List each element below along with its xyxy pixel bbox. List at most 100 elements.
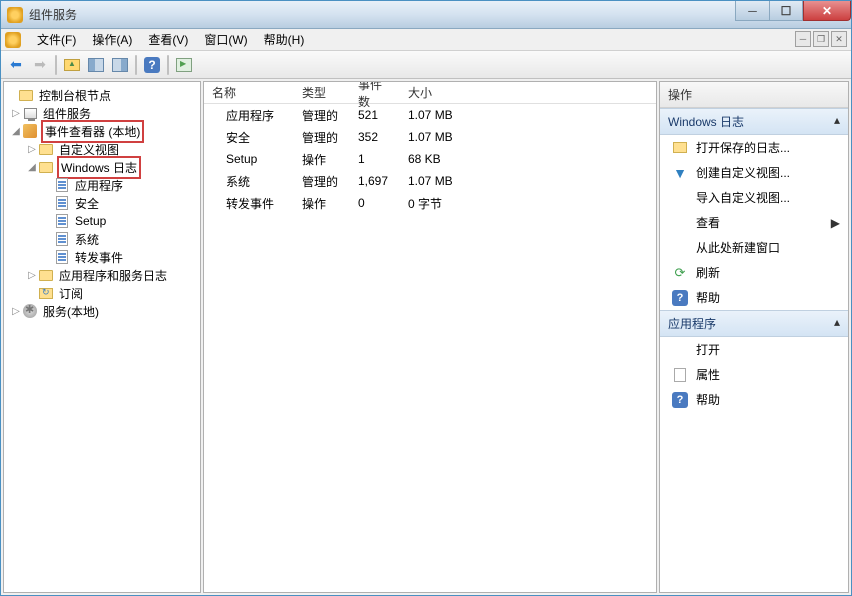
blank-icon xyxy=(672,240,688,256)
cell-size: 1.07 MB xyxy=(400,108,656,122)
action-help-2[interactable]: ? 帮助 xyxy=(660,387,848,412)
list-header: 名称 类型 事件数 大小 xyxy=(204,82,656,104)
list-row[interactable]: 系统管理的1,6971.07 MB xyxy=(204,170,656,192)
cell-name: Setup xyxy=(218,152,294,166)
help-icon: ? xyxy=(672,290,688,306)
list-row[interactable]: 转发事件操作00 字节 xyxy=(204,192,656,214)
refresh-icon: ⟳ xyxy=(672,265,688,281)
close-button[interactable]: ✕ xyxy=(803,1,851,21)
action-view[interactable]: 查看 ▶ xyxy=(660,210,848,235)
cell-count: 352 xyxy=(350,130,400,144)
menubar-app-icon xyxy=(5,32,21,48)
cell-count: 0 xyxy=(350,196,400,210)
cell-type: 管理的 xyxy=(294,129,350,146)
cell-count: 1 xyxy=(350,152,400,166)
help-button[interactable]: ? xyxy=(141,54,163,76)
tree-subscriptions[interactable]: 订阅 xyxy=(6,284,198,302)
collapse-icon: ▴ xyxy=(834,315,840,332)
mdi-buttons: ─ ❐ ✕ xyxy=(795,31,847,47)
mdi-restore-button[interactable]: ❐ xyxy=(813,31,829,47)
forward-button[interactable] xyxy=(29,54,51,76)
tree-forwarded-log[interactable]: 转发事件 xyxy=(6,248,198,266)
cell-name: 安全 xyxy=(218,129,294,146)
submenu-arrow-icon: ▶ xyxy=(831,216,840,230)
tree-root[interactable]: 控制台根节点 xyxy=(6,86,198,104)
menu-view[interactable]: 查看(V) xyxy=(140,29,196,50)
cell-count: 521 xyxy=(350,108,400,122)
tree-apps-services-logs[interactable]: ▷ 应用程序和服务日志 xyxy=(6,266,198,284)
maximize-button[interactable]: ☐ xyxy=(769,1,803,21)
cell-size: 68 KB xyxy=(400,152,656,166)
collapse-icon: ▴ xyxy=(834,113,840,130)
filter-icon: ▼ xyxy=(672,165,688,181)
mdi-close-button[interactable]: ✕ xyxy=(831,31,847,47)
tree-system-log[interactable]: 系统 xyxy=(6,230,198,248)
cell-size: 1.07 MB xyxy=(400,174,656,188)
menubar: 文件(F) 操作(A) 查看(V) 窗口(W) 帮助(H) ─ ❐ ✕ xyxy=(1,29,851,51)
minimize-button[interactable]: ─ xyxy=(735,1,769,21)
run-button[interactable] xyxy=(173,54,195,76)
list-row[interactable]: 应用程序管理的5211.07 MB xyxy=(204,104,656,126)
list-row[interactable]: Setup操作168 KB xyxy=(204,148,656,170)
cell-type: 操作 xyxy=(294,195,350,212)
blank-icon xyxy=(672,190,688,206)
col-header-size[interactable]: 大小 xyxy=(400,84,656,101)
action-properties[interactable]: 属性 xyxy=(660,362,848,387)
action-create-custom[interactable]: ▼ 创建自定义视图... xyxy=(660,160,848,185)
list-body: 应用程序管理的5211.07 MB安全管理的3521.07 MBSetup操作1… xyxy=(204,104,656,214)
app-icon xyxy=(7,7,23,23)
up-folder-button[interactable] xyxy=(61,54,83,76)
window-buttons: ─ ☐ ✕ xyxy=(735,1,851,21)
cell-size: 1.07 MB xyxy=(400,130,656,144)
blank-icon xyxy=(672,342,688,358)
properties-icon xyxy=(672,367,688,383)
show-actions-button[interactable] xyxy=(109,54,131,76)
tree-windows-logs[interactable]: ◢ Windows 日志 xyxy=(6,158,198,176)
tree-event-viewer[interactable]: ◢ 事件查看器 (本地) xyxy=(6,122,198,140)
col-header-name[interactable]: 名称 xyxy=(204,84,294,101)
cell-name: 系统 xyxy=(218,173,294,190)
cell-size: 0 字节 xyxy=(400,195,656,212)
folder-open-icon xyxy=(672,140,688,156)
menu-window[interactable]: 窗口(W) xyxy=(196,29,255,50)
actions-group-winlogs[interactable]: Windows 日志▴ xyxy=(660,108,848,135)
col-header-type[interactable]: 类型 xyxy=(294,84,350,101)
tree-security-log[interactable]: 安全 xyxy=(6,194,198,212)
action-refresh[interactable]: ⟳ 刷新 xyxy=(660,260,848,285)
blank-icon xyxy=(672,215,688,231)
help-icon: ? xyxy=(672,392,688,408)
separator xyxy=(55,55,57,75)
actions-pane: 操作 Windows 日志▴ 打开保存的日志... ▼ 创建自定义视图... 导… xyxy=(659,81,849,593)
toolbar: ? xyxy=(1,51,851,79)
back-button[interactable] xyxy=(5,54,27,76)
action-help[interactable]: ? 帮助 xyxy=(660,285,848,310)
actions-group-app[interactable]: 应用程序▴ xyxy=(660,310,848,337)
show-tree-button[interactable] xyxy=(85,54,107,76)
action-open[interactable]: 打开 xyxy=(660,337,848,362)
menu-help[interactable]: 帮助(H) xyxy=(256,29,313,50)
menu-action[interactable]: 操作(A) xyxy=(84,29,140,50)
window-title: 组件服务 xyxy=(29,6,77,23)
cell-type: 管理的 xyxy=(294,107,350,124)
separator xyxy=(167,55,169,75)
tree-setup-log[interactable]: Setup xyxy=(6,212,198,230)
cell-name: 应用程序 xyxy=(218,107,294,124)
cell-count: 1,697 xyxy=(350,174,400,188)
action-new-window[interactable]: 从此处新建窗口 xyxy=(660,235,848,260)
cell-name: 转发事件 xyxy=(218,195,294,212)
list-pane: 名称 类型 事件数 大小 应用程序管理的5211.07 MB安全管理的3521.… xyxy=(203,81,657,593)
tree-services-local[interactable]: ▷ 服务(本地) xyxy=(6,302,198,320)
col-header-count[interactable]: 事件数 xyxy=(350,81,400,110)
list-row[interactable]: 安全管理的3521.07 MB xyxy=(204,126,656,148)
separator xyxy=(135,55,137,75)
titlebar: 组件服务 ─ ☐ ✕ xyxy=(1,1,851,29)
actions-header: 操作 xyxy=(660,82,848,108)
action-import-custom[interactable]: 导入自定义视图... xyxy=(660,185,848,210)
cell-type: 操作 xyxy=(294,151,350,168)
cell-type: 管理的 xyxy=(294,173,350,190)
action-open-saved[interactable]: 打开保存的日志... xyxy=(660,135,848,160)
mdi-minimize-button[interactable]: ─ xyxy=(795,31,811,47)
content-area: 控制台根节点 ▷ 组件服务 ◢ 事件查看器 (本地) ▷ 自定义视图 ◢ Win… xyxy=(1,79,851,595)
tree-app-log[interactable]: 应用程序 xyxy=(6,176,198,194)
menu-file[interactable]: 文件(F) xyxy=(29,29,84,50)
